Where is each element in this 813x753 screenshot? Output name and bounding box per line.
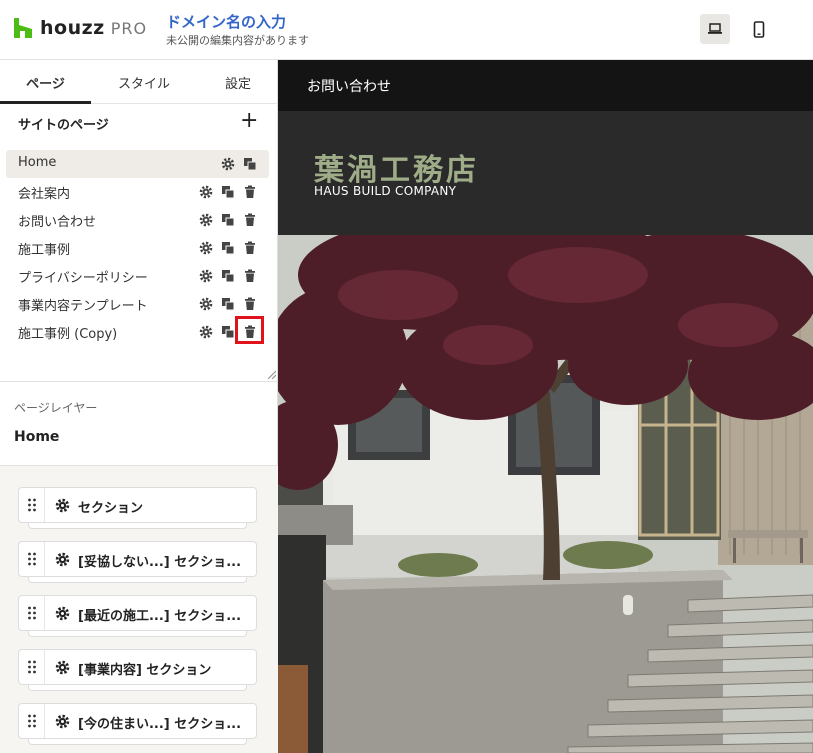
houzz-logo[interactable]: houzz PRO bbox=[14, 17, 147, 39]
logo-pro: PRO bbox=[110, 18, 148, 38]
current-layer-page: Home bbox=[14, 429, 60, 445]
active-tab-indicator bbox=[0, 101, 91, 104]
duplicate-icon[interactable] bbox=[221, 241, 235, 255]
drag-handle-icon[interactable] bbox=[19, 596, 45, 630]
trash-icon[interactable] bbox=[243, 241, 257, 255]
section-label: [最近の施工...] セクショ... bbox=[78, 609, 242, 624]
hero-photo[interactable] bbox=[278, 235, 813, 753]
logo-word: houzz bbox=[40, 17, 105, 39]
section-card[interactable]: [事業内容] セクション bbox=[18, 649, 257, 685]
tab-pages[interactable]: ページ bbox=[0, 60, 91, 104]
section-card-stack bbox=[28, 577, 247, 583]
drag-handle-icon[interactable] bbox=[19, 650, 45, 684]
laptop-icon bbox=[708, 23, 722, 34]
duplicate-icon[interactable] bbox=[221, 297, 235, 311]
gear-icon[interactable] bbox=[199, 185, 213, 199]
divider bbox=[0, 381, 278, 382]
page-label: 事業内容テンプレート bbox=[18, 299, 148, 314]
page-item-business-template[interactable]: 事業内容テンプレート bbox=[6, 290, 269, 318]
tab-style[interactable]: スタイル bbox=[98, 60, 190, 104]
trash-icon[interactable] bbox=[243, 325, 257, 339]
page-item-company[interactable]: 会社案内 bbox=[6, 178, 269, 206]
section-card-stack bbox=[28, 685, 247, 691]
company-name-en[interactable]: HAUS BUILD COMPANY bbox=[314, 184, 456, 198]
section-label: [妥協しない...] セクショ... bbox=[78, 555, 242, 570]
section-label: セクション bbox=[78, 501, 144, 516]
drag-handle-icon[interactable] bbox=[19, 488, 45, 522]
page-label: 施工事例 bbox=[18, 243, 71, 258]
sidebar-tabs: ページ スタイル 設定 bbox=[0, 60, 278, 104]
site-pages-heading: サイトのページ bbox=[18, 118, 109, 133]
gear-icon[interactable] bbox=[221, 157, 235, 171]
section-card-stack bbox=[28, 739, 247, 745]
section-card[interactable]: [妥協しない...] セクショ... bbox=[18, 541, 257, 577]
tab-settings[interactable]: 設定 bbox=[200, 60, 276, 104]
section-card[interactable]: [最近の施工...] セクショ... bbox=[18, 595, 257, 631]
trash-icon[interactable] bbox=[243, 185, 257, 199]
resize-handle[interactable] bbox=[266, 369, 276, 379]
duplicate-icon[interactable] bbox=[221, 269, 235, 283]
page-list: Home 会社案内 お問い合わせ 施工事例 プライバシーポリシー 事業内容テンプ… bbox=[6, 150, 269, 346]
houzz-logo-icon bbox=[14, 18, 32, 38]
page-label: プライバシーポリシー bbox=[18, 271, 148, 286]
duplicate-icon[interactable] bbox=[221, 213, 235, 227]
trash-icon[interactable] bbox=[243, 213, 257, 227]
gear-icon[interactable] bbox=[55, 714, 70, 729]
page-item-works-copy[interactable]: 施工事例 (Copy) bbox=[6, 316, 269, 346]
section-card[interactable]: [今の住まい...] セクショ... bbox=[18, 703, 257, 739]
gear-icon[interactable] bbox=[199, 269, 213, 283]
section-label: [今の住まい...] セクショ... bbox=[78, 717, 242, 732]
drag-handle-icon[interactable] bbox=[19, 704, 45, 738]
gear-icon[interactable] bbox=[55, 660, 70, 675]
section-label: [事業内容] セクション bbox=[78, 663, 212, 678]
gear-icon[interactable] bbox=[55, 498, 70, 513]
unpublished-notice: 未公開の編集内容があります bbox=[166, 34, 309, 47]
duplicate-icon[interactable] bbox=[221, 325, 235, 339]
page-label: 施工事例 (Copy) bbox=[18, 327, 118, 342]
mobile-icon bbox=[753, 20, 765, 38]
page-item-home[interactable]: Home bbox=[6, 150, 269, 178]
page-item-privacy[interactable]: プライバシーポリシー bbox=[6, 262, 269, 290]
section-card-stack bbox=[28, 631, 247, 637]
gear-icon[interactable] bbox=[199, 241, 213, 255]
page-label: Home bbox=[18, 155, 57, 170]
preview-nav: お問い合わせ bbox=[278, 60, 813, 111]
page-item-works[interactable]: 施工事例 bbox=[6, 234, 269, 262]
mobile-view-button[interactable] bbox=[744, 14, 774, 44]
site-preview[interactable]: お問い合わせ 葉渦工務店 HAUS BUILD COMPANY bbox=[278, 60, 813, 753]
add-page-button[interactable]: + bbox=[240, 108, 258, 134]
nav-link-contact[interactable]: お問い合わせ bbox=[307, 76, 391, 96]
duplicate-icon[interactable] bbox=[243, 157, 257, 171]
trash-icon[interactable] bbox=[243, 269, 257, 283]
duplicate-icon[interactable] bbox=[221, 185, 235, 199]
gear-icon[interactable] bbox=[199, 325, 213, 339]
editor-sidebar: ページ スタイル 設定 サイトのページ + Home 会社案内 お問い合わせ 施 bbox=[0, 60, 278, 753]
gear-icon[interactable] bbox=[199, 297, 213, 311]
top-bar: houzz PRO ドメイン名の入力 未公開の編集内容があります bbox=[0, 0, 813, 60]
section-card-stack bbox=[28, 523, 247, 529]
page-label: お問い合わせ bbox=[18, 215, 97, 230]
page-label: 会社案内 bbox=[18, 187, 71, 202]
company-name[interactable]: 葉渦工務店 bbox=[314, 145, 479, 189]
gear-icon[interactable] bbox=[55, 606, 70, 621]
section-card[interactable]: セクション bbox=[18, 487, 257, 523]
trash-icon[interactable] bbox=[243, 297, 257, 311]
drag-handle-icon[interactable] bbox=[19, 542, 45, 576]
gear-icon[interactable] bbox=[199, 213, 213, 227]
desktop-view-button[interactable] bbox=[700, 14, 730, 44]
page-layer-heading: ページレイヤー bbox=[14, 401, 98, 415]
domain-name-link[interactable]: ドメイン名の入力 bbox=[166, 11, 286, 32]
page-item-contact[interactable]: お問い合わせ bbox=[6, 206, 269, 234]
gear-icon[interactable] bbox=[55, 552, 70, 567]
section-layer-list: セクション [妥協しない...] セクショ... [最近の施工...] セクショ… bbox=[0, 466, 278, 753]
